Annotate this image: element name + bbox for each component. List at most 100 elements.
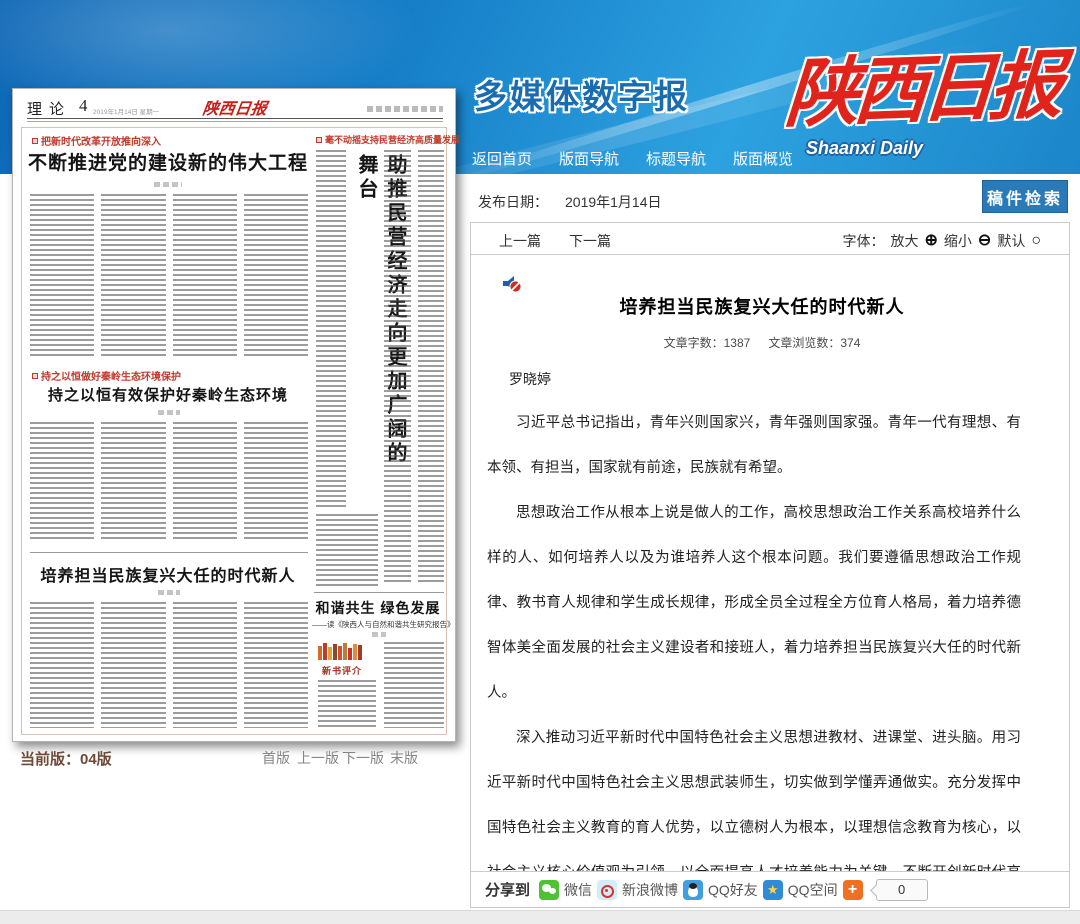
word-count-value: 1387 <box>724 336 751 350</box>
article-paragraph: 深入推动习近平新时代中国特色社会主义思想进教材、进课堂、进头脑。用习近平新时代中… <box>487 716 1021 873</box>
text-column-placeholder <box>30 422 94 542</box>
page: 多媒体数字报 陕西日报 Shaanxi Daily 返回首页 版面导航 标题导航… <box>0 0 1080 924</box>
section-label: 理论 <box>27 98 71 119</box>
text-column-placeholder <box>384 150 411 584</box>
zoom-out-icon[interactable]: ⊖ <box>978 234 991 248</box>
lead-article-text-columns <box>30 194 308 358</box>
byline-placeholder <box>158 590 180 595</box>
article-paragraph: 思想政治工作从根本上说是做人的工作，高校思想政治工作关系高校培养什么样的人、如何… <box>487 491 1021 716</box>
font-reset-icon[interactable]: ○ <box>1031 234 1041 248</box>
paper-masthead: 陕西日报 <box>201 95 268 119</box>
current-edition-label: 当前版：04版 <box>20 748 112 769</box>
more-share-icon[interactable]: + <box>843 880 863 900</box>
text-column-placeholder <box>173 602 237 728</box>
qq-share-link[interactable]: QQ好友 <box>708 880 758 900</box>
review-subtitle: ——读《陕西人与自然和谐共生研究报告》 <box>312 619 444 630</box>
text-column-placeholder <box>30 194 94 358</box>
book-spine <box>353 644 357 660</box>
sina-weibo-icon[interactable] <box>597 880 617 900</box>
share-label: 分享到 <box>485 879 530 900</box>
article-panel: 上一篇 下一篇 字体： 放大 ⊕ 缩小 ⊖ 默认 ○ 培养担当民族复兴大任的时代… <box>470 222 1070 908</box>
text-column-placeholder <box>316 150 346 508</box>
text-column-placeholder <box>244 602 308 728</box>
book-spine <box>328 647 332 660</box>
books-image <box>318 642 362 660</box>
share-count-badge: 0 <box>876 879 928 901</box>
article-toolbar: 上一篇 下一篇 字体： 放大 ⊕ 缩小 ⊖ 默认 ○ <box>471 223 1069 255</box>
kicker-square-icon <box>32 373 38 379</box>
weibo-share-link[interactable]: 新浪微博 <box>622 880 678 900</box>
last-edition-link[interactable]: 末版 <box>390 748 418 768</box>
mid-article-headline[interactable]: 持之以恒有效保护好秦岭生态环境 <box>26 384 310 405</box>
text-column-placeholder <box>30 602 94 728</box>
newspaper-page-preview[interactable]: 理论 4 2019年1月14日 星期一 陕西日报 把新时代改革开放推向深入 不断… <box>12 88 456 742</box>
article-author: 罗晓婷 <box>509 369 1037 389</box>
kicker-square-icon <box>32 138 38 144</box>
font-zoom-out-link[interactable]: 缩小 <box>944 231 972 251</box>
shaanxi-daily-logo-english: Shaanxi Daily <box>806 138 923 159</box>
site-title: 多媒体数字报 <box>474 70 690 118</box>
edition-nav: 当前版：04版 首版 上一版 下一版 末版 <box>0 748 460 770</box>
right-article-text-columns <box>384 150 444 584</box>
footer-strip <box>0 910 1080 924</box>
book-spine <box>323 643 327 660</box>
paper-date: 2019年1月14日 星期一 <box>93 106 159 116</box>
review-headline[interactable]: 和谐共生 绿色发展 <box>312 598 444 618</box>
article-paragraph: 习近平总书记指出，青年兴则国家兴，青年强则国家强。青年一代有理想、有本领、有担当… <box>487 401 1021 491</box>
font-reset-link[interactable]: 默认 <box>997 231 1025 251</box>
qzone-share-link[interactable]: QQ空间 <box>788 880 838 900</box>
newspaper-content-box: 把新时代改革开放推向深入 不断推进党的建设新的伟大工程 毫不动摇支持民营经济高质… <box>21 127 447 735</box>
font-zoom-in-link[interactable]: 放大 <box>891 231 919 251</box>
article-meta: 文章字数：1387 文章浏览数：374 <box>487 334 1037 351</box>
qq-icon[interactable] <box>683 880 703 900</box>
article-title: 培养担当民族复兴大任的时代新人 <box>487 293 1037 319</box>
divider <box>30 552 308 553</box>
book-spine <box>338 646 342 660</box>
lead-article-headline[interactable]: 不断推进党的建设新的伟大工程 <box>26 148 310 175</box>
audio-muted-icon[interactable] <box>501 273 523 295</box>
mid-article-kicker: 持之以恒做好秦岭生态环境保护 <box>32 368 181 383</box>
divider <box>314 592 444 593</box>
nav-layout-link[interactable]: 版面导航 <box>559 148 619 169</box>
views-label: 文章浏览数： <box>768 336 840 350</box>
text-column-placeholder <box>384 642 444 728</box>
text-column-placeholder <box>101 194 165 358</box>
book-spine <box>333 644 337 660</box>
book-spine <box>318 646 322 660</box>
wechat-share-link[interactable]: 微信 <box>564 880 592 900</box>
text-column-placeholder <box>244 422 308 542</box>
bottom-article-text-columns <box>30 602 308 728</box>
views-value: 374 <box>840 336 860 350</box>
editor-names-placeholder <box>367 106 443 112</box>
publish-date-value: 2019年1月14日 <box>565 192 662 212</box>
book-spine <box>343 643 347 660</box>
nav-titles-link[interactable]: 标题导航 <box>646 148 706 169</box>
font-size-controls: 字体： 放大 ⊕ 缩小 ⊖ 默认 ○ <box>843 231 1041 251</box>
word-count-label: 文章字数： <box>664 336 724 350</box>
share-bar: 分享到 微信 新浪微博 QQ好友 ★ QQ空间 + 0 <box>471 871 1069 907</box>
lead-article-kicker: 把新时代改革开放推向深入 <box>32 133 161 148</box>
nav-home-link[interactable]: 返回首页 <box>472 148 532 169</box>
prev-edition-link[interactable]: 上一版 <box>297 748 339 768</box>
first-edition-link[interactable]: 首版 <box>262 748 290 768</box>
text-column-placeholder <box>173 422 237 542</box>
nav-overview-link[interactable]: 版面概览 <box>733 148 793 169</box>
byline-placeholder <box>158 410 180 415</box>
font-label: 字体： <box>843 231 885 251</box>
banner-nav: 返回首页 版面导航 标题导航 版面概览 <box>472 148 793 169</box>
manuscript-search-button[interactable]: 稿件检索 <box>982 180 1068 213</box>
next-edition-link[interactable]: 下一版 <box>342 748 384 768</box>
byline-placeholder <box>372 632 386 637</box>
bottom-article-headline[interactable]: 培养担当民族复兴大任的时代新人 <box>26 562 310 586</box>
kicker-square-icon <box>316 137 322 143</box>
review-caption: 新书评介 <box>322 664 362 677</box>
zoom-in-icon[interactable]: ⊕ <box>925 234 938 248</box>
prev-article-link[interactable]: 上一篇 <box>499 231 541 251</box>
right-article-kicker: 毫不动摇支持民营经济高质量发展 <box>316 133 460 146</box>
text-column-placeholder <box>173 194 237 358</box>
next-article-link[interactable]: 下一篇 <box>569 231 611 251</box>
qzone-star-icon[interactable]: ★ <box>763 880 783 900</box>
text-column-placeholder <box>244 194 308 358</box>
wechat-icon[interactable] <box>539 880 559 900</box>
book-spine <box>348 648 352 660</box>
